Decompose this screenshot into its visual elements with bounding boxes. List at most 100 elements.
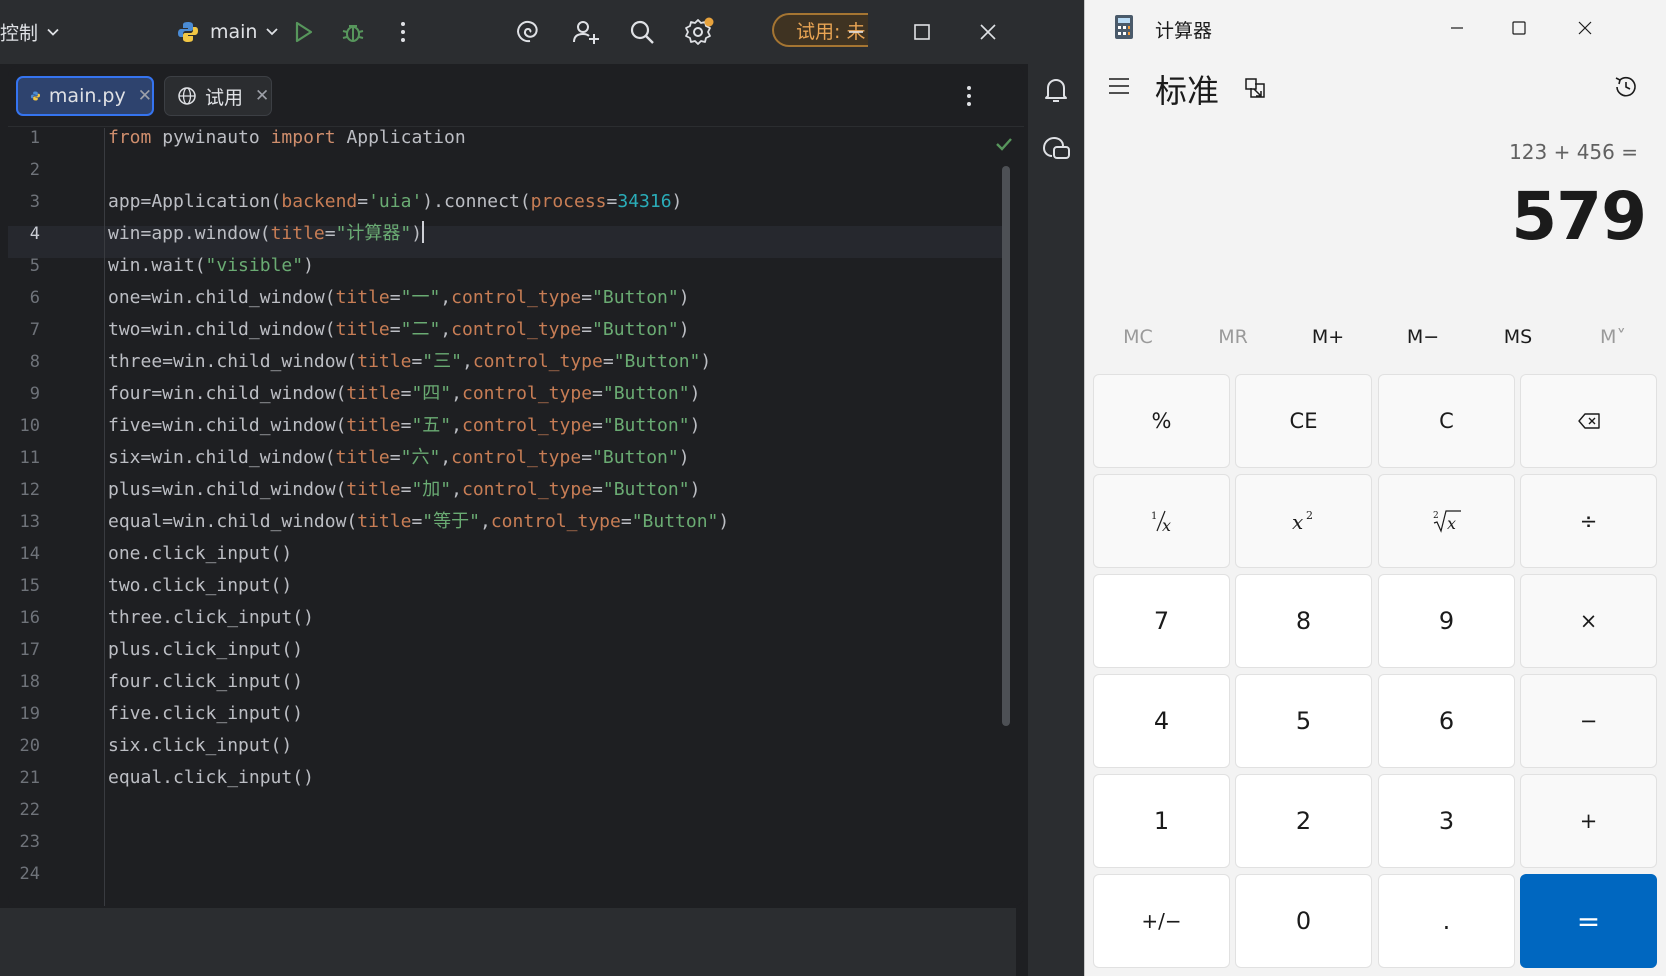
- digit-5-button[interactable]: 5: [1235, 674, 1372, 768]
- code-line[interactable]: three.click_input(): [108, 602, 314, 634]
- code-line[interactable]: six=win.child_window(title="六",control_t…: [108, 442, 690, 474]
- more-vertical-icon: [967, 86, 971, 106]
- ai-spiral-icon: [517, 20, 538, 43]
- negate-button[interactable]: +/−: [1093, 874, 1230, 968]
- ai-chat-button[interactable]: [1040, 134, 1072, 166]
- decimal-button[interactable]: .: [1378, 874, 1515, 968]
- code-line[interactable]: one=win.child_window(title="一",control_t…: [108, 282, 690, 314]
- calc-minimize-button[interactable]: [1437, 10, 1477, 46]
- python-icon: [30, 91, 41, 101]
- keep-on-top-icon: [1245, 78, 1265, 98]
- code-line[interactable]: three=win.child_window(title="三",control…: [108, 346, 711, 378]
- more-actions-button[interactable]: [398, 20, 408, 44]
- play-icon: [295, 21, 313, 43]
- tab-label: main.py: [48, 85, 126, 107]
- digit-7-button[interactable]: 7: [1093, 574, 1230, 668]
- project-control-menu[interactable]: 控制: [0, 19, 60, 46]
- code-line[interactable]: equal=win.child_window(title="等于",contro…: [108, 506, 729, 538]
- line-number: 6: [29, 288, 40, 308]
- history-button[interactable]: [1613, 74, 1639, 104]
- tab-options-button[interactable]: [964, 84, 974, 112]
- square-root-button[interactable]: 2x: [1378, 474, 1515, 568]
- memory-recall-button[interactable]: MR: [1188, 326, 1278, 348]
- digit-4-button[interactable]: 4: [1093, 674, 1230, 768]
- ide-minimize-button[interactable]: [846, 22, 866, 42]
- keep-on-top-button[interactable]: [1243, 76, 1267, 104]
- ai-assistant-button[interactable]: [514, 18, 542, 46]
- inspection-status[interactable]: [994, 134, 1014, 158]
- ide-close-button[interactable]: [978, 22, 998, 42]
- line-number: 19: [19, 704, 40, 724]
- line-number: 23: [19, 832, 40, 852]
- digit-1-button[interactable]: 1: [1093, 774, 1230, 868]
- digit-9-button[interactable]: 9: [1378, 574, 1515, 668]
- memory-add-button[interactable]: M+: [1283, 326, 1373, 348]
- digit-2-button[interactable]: 2: [1235, 774, 1372, 868]
- close-tab-icon[interactable]: ✕: [138, 86, 152, 106]
- percent-button[interactable]: %: [1093, 374, 1230, 468]
- editor-panel: main.py ✕ 试用 ✕ 1 2 3 4 5 6 7 8 9 10 11 1…: [8, 66, 1024, 906]
- svg-text:2: 2: [1433, 511, 1439, 521]
- code-line[interactable]: six.click_input(): [108, 730, 292, 762]
- code-line[interactable]: four.click_input(): [108, 666, 303, 698]
- calculator-window: 计算器 标准 123 + 456 = 579 MC MR M+ M− MS M˅…: [1084, 0, 1666, 976]
- code-line[interactable]: win=app.window(title="计算器"): [108, 218, 425, 250]
- editor-scrollbar[interactable]: [1002, 166, 1010, 726]
- code-line[interactable]: plus=win.child_window(title="加",control_…: [108, 474, 700, 506]
- code-line[interactable]: win.wait("visible"): [108, 250, 314, 282]
- notifications-button[interactable]: [1042, 76, 1070, 108]
- close-tab-icon[interactable]: ✕: [255, 86, 269, 106]
- search-button[interactable]: [628, 18, 656, 46]
- branch-selector[interactable]: main: [176, 20, 279, 44]
- run-button[interactable]: [290, 19, 316, 45]
- bottom-panel: [0, 908, 1016, 976]
- digit-6-button[interactable]: 6: [1378, 674, 1515, 768]
- tab-trial[interactable]: 试用 ✕: [164, 76, 272, 116]
- backspace-button[interactable]: [1520, 374, 1657, 468]
- memory-clear-button[interactable]: MC: [1093, 326, 1183, 348]
- line-number: 20: [19, 736, 40, 756]
- result-display: 579: [1511, 178, 1647, 255]
- code-line[interactable]: five=win.child_window(title="五",control_…: [108, 410, 700, 442]
- code-line[interactable]: one.click_input(): [108, 538, 292, 570]
- code-line[interactable]: equal.click_input(): [108, 762, 314, 794]
- memory-subtract-button[interactable]: M−: [1378, 326, 1468, 348]
- digit-0-button[interactable]: 0: [1235, 874, 1372, 968]
- nav-menu-button[interactable]: [1107, 76, 1131, 100]
- plus-button[interactable]: +: [1520, 774, 1657, 868]
- minus-button[interactable]: −: [1520, 674, 1657, 768]
- memory-list-button[interactable]: M˅: [1568, 326, 1658, 348]
- square-button[interactable]: x2: [1235, 474, 1372, 568]
- maximize-icon: [1512, 21, 1526, 35]
- code-line[interactable]: app=Application(backend='uia').connect(p…: [108, 186, 682, 218]
- calc-close-button[interactable]: [1565, 10, 1605, 46]
- reciprocal-button[interactable]: 1x: [1093, 474, 1230, 568]
- line-number: 10: [19, 416, 40, 436]
- add-user-button[interactable]: [572, 18, 600, 46]
- digit-3-button[interactable]: 3: [1378, 774, 1515, 868]
- line-number: 12: [19, 480, 40, 500]
- calc-maximize-button[interactable]: [1499, 10, 1539, 46]
- code-line[interactable]: four=win.child_window(title="四",control_…: [108, 378, 700, 410]
- code-line[interactable]: five.click_input(): [108, 698, 303, 730]
- ai-chat-icon: [1043, 136, 1070, 159]
- equals-button[interactable]: =: [1520, 874, 1657, 968]
- ide-maximize-button[interactable]: [912, 22, 932, 42]
- code-line[interactable]: two=win.child_window(title="二",control_t…: [108, 314, 690, 346]
- line-number: 13: [19, 512, 40, 532]
- multiply-button[interactable]: ×: [1520, 574, 1657, 668]
- line-number: 18: [19, 672, 40, 692]
- tab-main-py[interactable]: main.py ✕: [16, 76, 154, 116]
- settings-button[interactable]: [684, 17, 714, 47]
- digit-8-button[interactable]: 8: [1235, 574, 1372, 668]
- clear-entry-button[interactable]: CE: [1235, 374, 1372, 468]
- code-line[interactable]: two.click_input(): [108, 570, 292, 602]
- divide-button[interactable]: ÷: [1520, 474, 1657, 568]
- gear-icon: [685, 17, 714, 45]
- line-number: 4: [29, 224, 40, 244]
- clear-button[interactable]: C: [1378, 374, 1515, 468]
- debug-button[interactable]: [340, 19, 366, 45]
- memory-store-button[interactable]: MS: [1473, 326, 1563, 348]
- code-line[interactable]: from pywinauto import Application: [108, 122, 466, 154]
- code-line[interactable]: plus.click_input(): [108, 634, 303, 666]
